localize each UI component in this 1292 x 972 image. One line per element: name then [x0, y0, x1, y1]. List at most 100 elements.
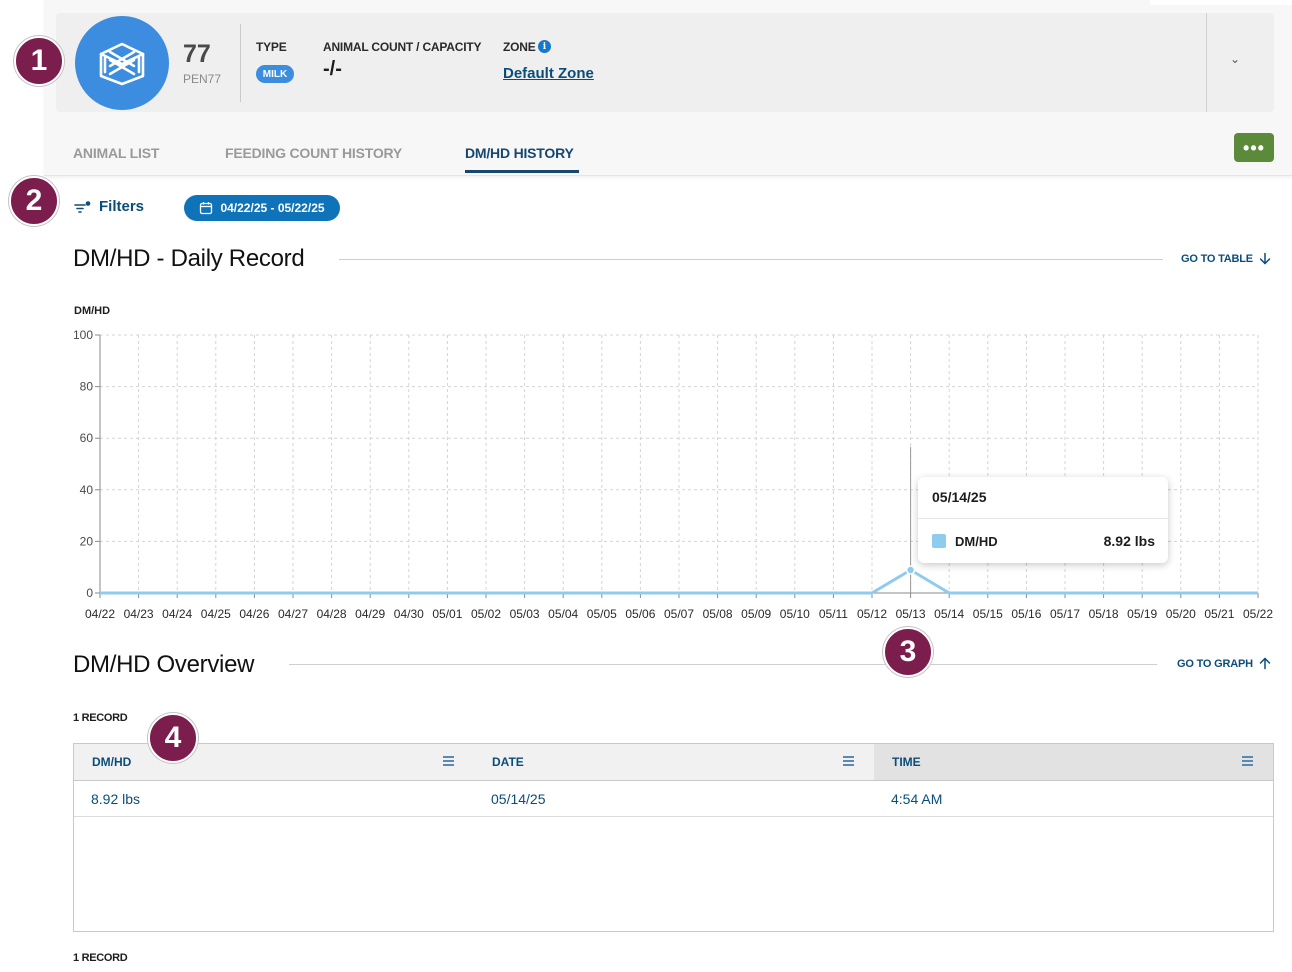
table-header: DM/HD DATE TIME [74, 744, 1273, 781]
tooltip-series-label: DM/HD [955, 534, 998, 549]
header-divider [240, 24, 241, 102]
x-tick-label: 05/11 [819, 607, 848, 621]
table-row[interactable]: 8.92 lbs 05/14/25 4:54 AM [74, 781, 1273, 817]
column-header-label: TIME [892, 755, 921, 769]
tooltip-date: 05/14/25 [932, 489, 987, 505]
x-tick-label: 05/22 [1243, 607, 1273, 621]
annotation-marker-3: 3 [883, 627, 933, 677]
pen-enclosure-icon [99, 42, 145, 86]
x-tick-label: 05/08 [703, 607, 733, 621]
x-tick-label: 05/17 [1050, 607, 1080, 621]
x-tick-label: 05/14 [934, 607, 964, 621]
arrow-up-icon [1259, 657, 1271, 670]
filters-button[interactable]: Filters [73, 198, 144, 215]
column-header-label: DATE [492, 755, 524, 769]
x-tick-label: 04/23 [124, 607, 154, 621]
x-tick-label: 05/16 [1011, 607, 1041, 621]
y-tick-label: 100 [73, 328, 93, 342]
x-tick-label: 05/10 [780, 607, 810, 621]
date-range-text: 04/22/25 - 05/22/25 [220, 201, 325, 215]
annotation-marker-1: 1 [14, 36, 64, 86]
x-tick-label: 05/06 [625, 607, 655, 621]
x-tick-label: 04/24 [162, 607, 192, 621]
section-divider [289, 664, 1157, 665]
animal-count-label: ANIMAL COUNT / CAPACITY [323, 40, 482, 54]
column-header-date[interactable]: DATE [474, 744, 874, 780]
more-options-button[interactable]: ••• [1234, 133, 1274, 162]
tab-feeding-count-history[interactable]: FEEDING COUNT HISTORY [225, 145, 402, 161]
y-tick-label: 20 [80, 534, 94, 548]
x-tick-label: 05/20 [1166, 607, 1196, 621]
x-tick-label: 04/25 [201, 607, 231, 621]
x-tick-label: 04/29 [355, 607, 385, 621]
data-point [905, 565, 916, 575]
tab-animal-list[interactable]: ANIMAL LIST [73, 145, 159, 161]
x-tick-label: 05/03 [510, 607, 540, 621]
x-tick-label: 05/12 [857, 607, 887, 621]
dmhd-table: DM/HD DATE TIME 8.92 lbs 05/14/25 4:54 A… [73, 743, 1274, 932]
info-icon[interactable]: i [538, 40, 551, 53]
filters-label: Filters [99, 198, 145, 215]
chart-y-axis-label: DM/HD [74, 305, 111, 317]
column-header-label: DM/HD [92, 755, 132, 769]
calendar-icon [200, 202, 213, 215]
chart-tooltip: 05/14/25 DM/HD 8.92 lbs [918, 477, 1168, 563]
x-tick-label: 05/15 [973, 607, 1003, 621]
active-tab-indicator [465, 170, 579, 173]
pen-number: 77 [183, 40, 211, 68]
x-tick-label: 04/30 [394, 607, 424, 621]
go-to-graph-link[interactable]: GO TO GRAPH [1177, 657, 1271, 670]
x-tick-label: 05/21 [1204, 607, 1234, 621]
pen-summary-card [56, 13, 1274, 112]
x-tick-label: 04/26 [239, 607, 269, 621]
column-header-dmhd[interactable]: DM/HD [74, 744, 474, 780]
pen-avatar [75, 16, 169, 110]
tooltip-value: 8.92 lbs [1103, 533, 1155, 549]
chevron-down-icon[interactable]: ⌄ [1230, 52, 1240, 66]
column-menu-icon[interactable] [1242, 756, 1253, 766]
graph-section-title: DM/HD - Daily Record [73, 245, 305, 272]
x-tick-label: 05/04 [548, 607, 578, 621]
annotation-marker-2: 2 [9, 176, 59, 226]
column-menu-icon[interactable] [443, 756, 454, 766]
y-tick-label: 80 [80, 380, 94, 394]
x-tick-label: 05/01 [432, 607, 462, 621]
x-tick-label: 04/27 [278, 607, 308, 621]
column-menu-icon[interactable] [843, 756, 854, 766]
record-count-top: 1 RECORD [73, 712, 128, 724]
x-tick-label: 05/18 [1089, 607, 1119, 621]
animal-count-value: -/- [323, 58, 342, 80]
go-to-table-link[interactable]: GO TO TABLE [1181, 252, 1271, 265]
column-header-time[interactable]: TIME [874, 744, 1273, 780]
x-tick-label: 05/02 [471, 607, 501, 621]
header-notch [1150, 0, 1292, 5]
y-tick-label: 0 [86, 586, 93, 600]
tooltip-series-swatch [932, 534, 946, 548]
annotation-marker-4: 4 [148, 713, 198, 763]
tooltip-divider [918, 518, 1168, 519]
type-badge: MILK [256, 65, 294, 83]
tab-dmhd-history[interactable]: DM/HD HISTORY [465, 145, 574, 161]
x-tick-label: 05/13 [896, 607, 926, 621]
x-tick-label: 04/28 [317, 607, 347, 621]
filter-icon [74, 200, 91, 213]
x-tick-label: 04/22 [85, 607, 115, 621]
overview-section-title: DM/HD Overview [73, 651, 255, 678]
x-tick-label: 05/05 [587, 607, 617, 621]
y-tick-label: 40 [80, 483, 94, 497]
x-tick-label: 05/07 [664, 607, 694, 621]
pen-code: PEN77 [183, 72, 222, 86]
x-tick-label: 05/19 [1127, 607, 1157, 621]
date-range-chip[interactable]: 04/22/25 - 05/22/25 [184, 195, 340, 221]
cell-date: 05/14/25 [491, 791, 546, 807]
section-divider [339, 259, 1163, 260]
record-count-bottom: 1 RECORD [73, 952, 128, 964]
cell-dmhd: 8.92 lbs [91, 791, 141, 807]
type-label: TYPE [256, 40, 287, 54]
arrow-down-icon [1259, 252, 1271, 265]
cell-time: 4:54 AM [891, 791, 943, 807]
go-to-table-label: GO TO TABLE [1181, 252, 1253, 265]
go-to-graph-label: GO TO GRAPH [1177, 657, 1253, 670]
zone-link[interactable]: Default Zone [503, 65, 594, 82]
dmhd-line-chart: 0 20 40 60 80 100 04/22 04/23 04/24 04/25 04/26 04/… [73, 328, 1273, 621]
